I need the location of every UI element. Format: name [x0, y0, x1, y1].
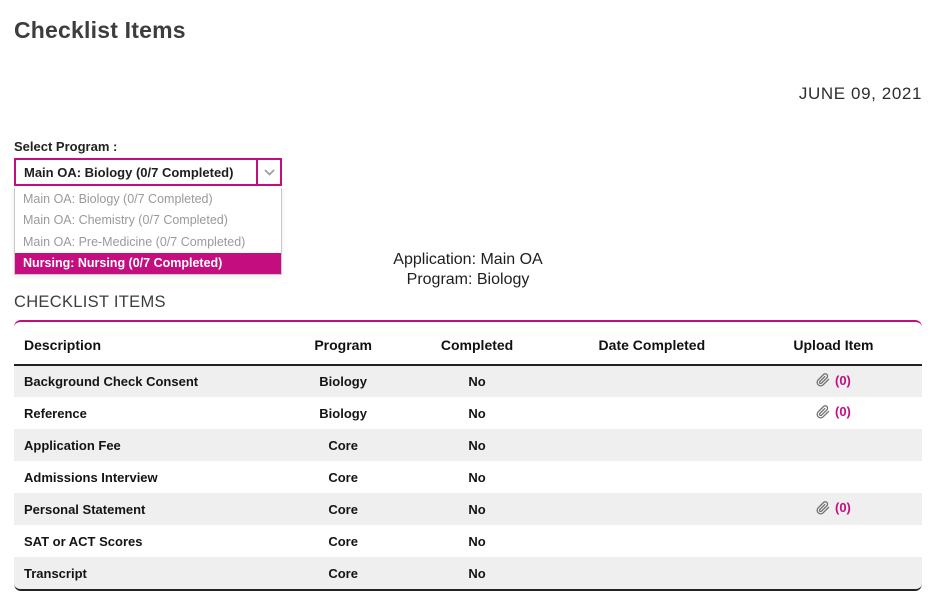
- program-select-area: Select Program : Main OA: Biology (0/7 C…: [14, 139, 282, 186]
- cell-completed: No: [395, 557, 558, 589]
- cell-completed: No: [395, 493, 558, 525]
- program-select-value: Main OA: Biology (0/7 Completed): [16, 165, 256, 180]
- checklist-table-body: Background Check Consent Biology No (0) …: [14, 365, 922, 589]
- upload-count: (0): [835, 373, 851, 388]
- cell-upload: [745, 525, 922, 557]
- cell-program: Biology: [291, 397, 395, 429]
- cell-upload: [745, 429, 922, 461]
- current-date: JUNE 09, 2021: [14, 84, 922, 104]
- cell-program: Core: [291, 557, 395, 589]
- program-option[interactable]: Main OA: Chemistry (0/7 Completed): [15, 210, 281, 232]
- table-row: Reference Biology No (0): [14, 397, 922, 429]
- program-option-label: Main OA: Chemistry (0/7 Completed): [23, 213, 228, 227]
- program-option-label: Nursing: Nursing (0/7 Completed): [23, 256, 222, 270]
- column-header-date-completed: Date Completed: [559, 322, 745, 365]
- cell-upload: [745, 461, 922, 493]
- cell-completed: No: [395, 397, 558, 429]
- upload-count: (0): [835, 404, 851, 419]
- checklist-page: Checklist Items JUNE 09, 2021 Select Pro…: [0, 17, 936, 591]
- cell-description: Reference: [14, 397, 291, 429]
- cell-date-completed: [559, 397, 745, 429]
- cell-date-completed: [559, 493, 745, 525]
- cell-completed: No: [395, 461, 558, 493]
- page-title: Checklist Items: [14, 17, 922, 44]
- cell-completed: No: [395, 525, 558, 557]
- column-header-completed: Completed: [395, 322, 558, 365]
- cell-program: Core: [291, 493, 395, 525]
- table-row: Transcript Core No: [14, 557, 922, 589]
- table-row: Admissions Interview Core No: [14, 461, 922, 493]
- cell-date-completed: [559, 525, 745, 557]
- table-row: SAT or ACT Scores Core No: [14, 525, 922, 557]
- checklist-section-title: CHECKLIST ITEMS: [14, 293, 922, 312]
- cell-program: Biology: [291, 365, 395, 397]
- program-dropdown-list: Main OA: Biology (0/7 Completed) Main OA…: [14, 188, 282, 275]
- upload-link[interactable]: (0): [816, 500, 851, 515]
- upload-link[interactable]: (0): [816, 373, 851, 388]
- upload-link[interactable]: (0): [816, 404, 851, 419]
- table-row: Background Check Consent Biology No (0): [14, 365, 922, 397]
- table-header-row: Description Program Completed Date Compl…: [14, 322, 922, 365]
- cell-program: Core: [291, 461, 395, 493]
- program-select-arrow[interactable]: [256, 160, 280, 184]
- cell-date-completed: [559, 429, 745, 461]
- upload-count: (0): [835, 500, 851, 515]
- paperclip-icon: [816, 373, 830, 387]
- program-option[interactable]: Main OA: Pre-Medicine (0/7 Completed): [15, 231, 281, 253]
- cell-upload: [745, 557, 922, 589]
- column-header-program: Program: [291, 322, 395, 365]
- program-select-label: Select Program :: [14, 139, 282, 154]
- cell-date-completed: [559, 557, 745, 589]
- cell-completed: No: [395, 429, 558, 461]
- chevron-down-icon: [264, 163, 275, 181]
- cell-description: Personal Statement: [14, 493, 291, 525]
- cell-description: Admissions Interview: [14, 461, 291, 493]
- cell-program: Core: [291, 525, 395, 557]
- paperclip-icon: [816, 501, 830, 515]
- cell-description: Transcript: [14, 557, 291, 589]
- cell-description: Background Check Consent: [14, 365, 291, 397]
- cell-description: SAT or ACT Scores: [14, 525, 291, 557]
- cell-upload: (0): [745, 493, 922, 525]
- checklist-table: Description Program Completed Date Compl…: [14, 320, 922, 591]
- cell-date-completed: [559, 461, 745, 493]
- program-option[interactable]: Nursing: Nursing (0/7 Completed): [15, 253, 281, 275]
- program-select[interactable]: Main OA: Biology (0/7 Completed): [14, 158, 282, 186]
- cell-upload: (0): [745, 365, 922, 397]
- cell-upload: (0): [745, 397, 922, 429]
- column-header-upload-item: Upload Item: [745, 322, 922, 365]
- table-row: Application Fee Core No: [14, 429, 922, 461]
- cell-description: Application Fee: [14, 429, 291, 461]
- program-option-label: Main OA: Biology (0/7 Completed): [23, 192, 213, 206]
- program-option[interactable]: Main OA: Biology (0/7 Completed): [15, 188, 281, 210]
- column-header-description: Description: [14, 322, 291, 365]
- cell-date-completed: [559, 365, 745, 397]
- program-option-label: Main OA: Pre-Medicine (0/7 Completed): [23, 235, 245, 249]
- table-row: Personal Statement Core No (0): [14, 493, 922, 525]
- paperclip-icon: [816, 405, 830, 419]
- cell-program: Core: [291, 429, 395, 461]
- cell-completed: No: [395, 365, 558, 397]
